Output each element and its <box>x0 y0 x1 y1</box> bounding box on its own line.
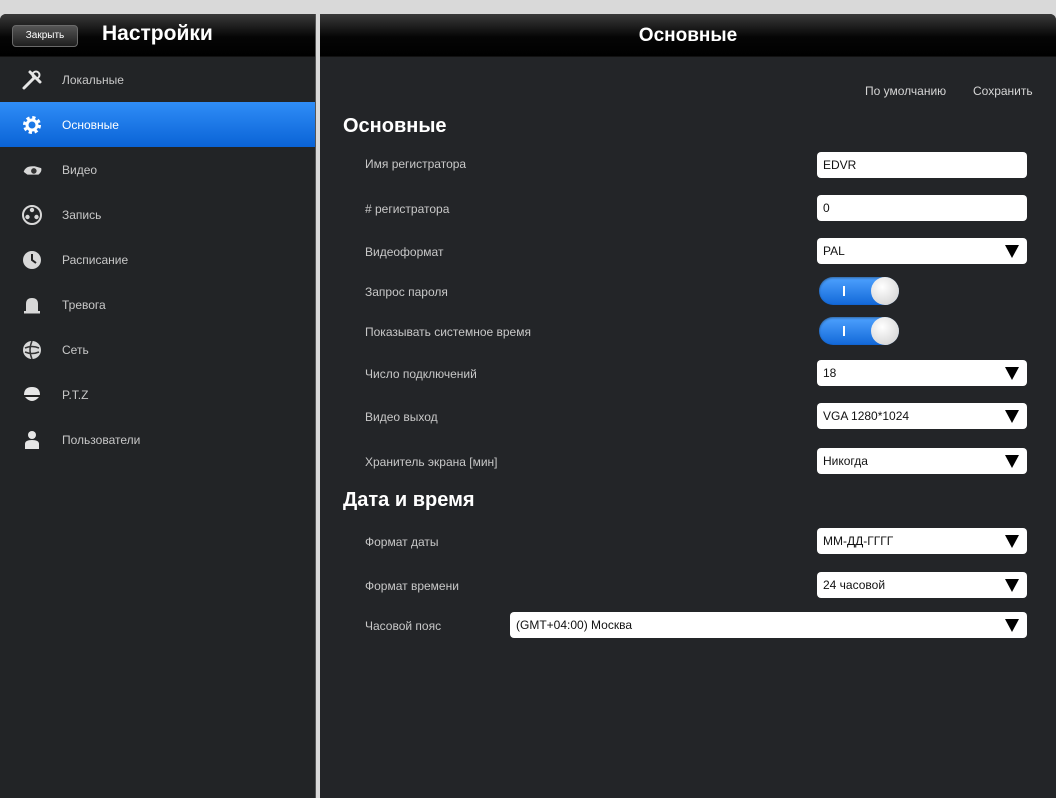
section-title-datetime: Дата и время <box>343 489 475 511</box>
sidebar-item-label: Основные <box>62 117 119 132</box>
recorder-name-input[interactable]: EDVR <box>817 152 1027 178</box>
tools-icon <box>20 68 44 92</box>
connections-select[interactable]: 18 <box>817 360 1027 386</box>
show-system-time-toggle[interactable] <box>819 317 899 345</box>
dropdown-arrow-icon <box>1005 619 1019 632</box>
sidebar-item-label: Тревога <box>62 297 106 312</box>
time-format-value: 24 часовой <box>823 578 886 592</box>
toggle-on-mark <box>843 286 845 296</box>
video-output-value: VGA 1280*1024 <box>823 409 910 423</box>
page-title: Основные <box>320 14 1056 57</box>
date-format-select[interactable]: ММ-ДД-ГГГГ <box>817 528 1027 554</box>
dropdown-arrow-icon <box>1005 367 1019 380</box>
sidebar-title: Настройки <box>102 22 213 45</box>
camera-icon <box>20 158 44 182</box>
sidebar-item-record[interactable]: Запись <box>0 192 315 237</box>
sidebar-item-network[interactable]: Сеть <box>0 327 315 372</box>
dropdown-arrow-icon <box>1005 245 1019 258</box>
video-format-value: PAL <box>823 244 845 258</box>
alarm-bell-icon <box>20 293 44 317</box>
time-format-select[interactable]: 24 часовой <box>817 572 1027 598</box>
dropdown-arrow-icon <box>1005 455 1019 468</box>
sidebar-item-video[interactable]: Видео <box>0 147 315 192</box>
sidebar-item-alarm[interactable]: Тревога <box>0 282 315 327</box>
sidebar-item-local[interactable]: Локальные <box>0 57 315 102</box>
gear-icon <box>20 113 44 137</box>
dropdown-arrow-icon <box>1005 579 1019 592</box>
close-button[interactable]: Закрыть <box>12 25 78 47</box>
sidebar-item-label: Локальные <box>62 72 124 87</box>
sidebar-item-label: Видео <box>62 162 98 177</box>
user-icon <box>20 428 44 452</box>
connections-value: 18 <box>823 366 837 380</box>
connections-label: Число подключений <box>365 367 477 381</box>
sidebar-item-label: Запись <box>62 207 102 222</box>
dropdown-arrow-icon <box>1005 535 1019 548</box>
video-format-select[interactable]: PAL <box>817 238 1027 264</box>
main-panel: Основные По умолчанию Сохранить Основные… <box>320 14 1056 798</box>
password-request-toggle[interactable] <box>819 277 899 305</box>
timezone-select[interactable]: (GMT+04:00) Москва <box>510 612 1027 638</box>
recorder-name-label: Имя регистратора <box>365 157 467 171</box>
toggle-on-mark <box>843 326 845 336</box>
show-system-time-label: Показывать системное время <box>365 325 531 339</box>
section-title-general: Основные <box>343 115 447 137</box>
sidebar-item-schedule[interactable]: Расписание <box>0 237 315 282</box>
date-format-value: ММ-ДД-ГГГГ <box>823 534 894 548</box>
timezone-value: (GMT+04:00) Москва <box>516 618 632 632</box>
clock-icon <box>20 248 44 272</box>
sidebar-item-label: Расписание <box>62 252 129 267</box>
timezone-label: Часовой пояс <box>365 619 442 633</box>
sidebar-item-label: Сеть <box>62 342 89 357</box>
screensaver-label: Хранитель экрана [мин] <box>365 455 498 469</box>
settings-sidebar: Закрыть Настройки Локальные Основные Вид… <box>0 14 316 798</box>
ptz-camera-icon <box>20 383 44 407</box>
sidebar-item-general[interactable]: Основные <box>0 102 315 147</box>
sidebar-item-users[interactable]: Пользователи <box>0 417 315 462</box>
defaults-button[interactable]: По умолчанию <box>865 84 946 98</box>
toggle-knob <box>871 277 899 305</box>
film-reel-icon <box>20 203 44 227</box>
date-format-label: Формат даты <box>365 535 439 549</box>
video-output-select[interactable]: VGA 1280*1024 <box>817 403 1027 429</box>
dropdown-arrow-icon <box>1005 410 1019 423</box>
password-request-label: Запрос пароля <box>365 285 448 299</box>
save-button[interactable]: Сохранить <box>973 84 1033 98</box>
toggle-knob <box>871 317 899 345</box>
globe-icon <box>20 338 44 362</box>
time-format-label: Формат времени <box>365 579 459 593</box>
sidebar-item-label: P.T.Z <box>62 387 89 402</box>
sidebar-header: Закрыть Настройки <box>0 14 315 57</box>
screensaver-select[interactable]: Никогда <box>817 448 1027 474</box>
sidebar-item-ptz[interactable]: P.T.Z <box>0 372 315 417</box>
sidebar-item-label: Пользователи <box>62 432 141 447</box>
video-output-label: Видео выход <box>365 410 438 424</box>
screensaver-value: Никогда <box>823 454 868 468</box>
video-format-label: Видеоформат <box>365 245 444 259</box>
recorder-number-input[interactable]: 0 <box>817 195 1027 221</box>
recorder-number-label: # регистратора <box>365 202 450 216</box>
